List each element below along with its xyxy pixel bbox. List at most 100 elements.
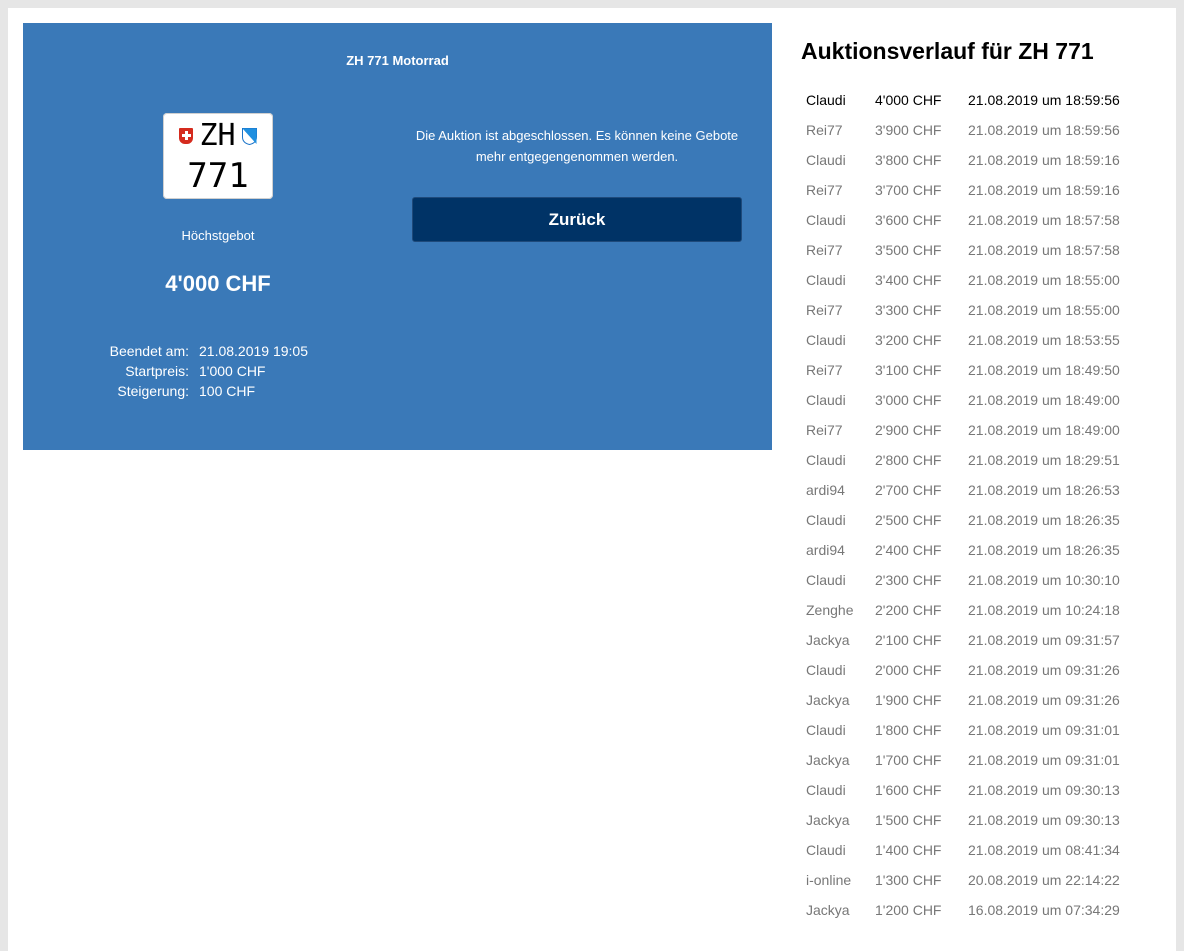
swiss-flag-icon	[179, 128, 194, 144]
bid-time: 21.08.2019 um 18:26:35	[968, 512, 1120, 528]
bidder-name: Rei77	[806, 302, 843, 318]
bid-amount: 2'200 CHF	[875, 602, 942, 618]
bid-time: 21.08.2019 um 09:31:01	[968, 752, 1120, 768]
bidder-name: Jackya	[806, 752, 850, 768]
bid-amount: 1'200 CHF	[875, 902, 942, 918]
bidder-name: Jackya	[806, 902, 850, 918]
bid-time: 20.08.2019 um 22:14:22	[968, 872, 1120, 888]
bidder-name: Claudi	[806, 152, 846, 168]
highest-bid-label: Höchstgebot	[181, 228, 255, 243]
bidder-name: Rei77	[806, 122, 843, 138]
bid-time: 21.08.2019 um 10:30:10	[968, 572, 1120, 588]
bid-time: 21.08.2019 um 10:24:18	[968, 602, 1120, 618]
bidder-name: Zenghe	[806, 602, 854, 618]
history-row: Claudi 2'500 CHF 21.08.2019 um 18:26:35	[801, 505, 1151, 535]
bid-time: 21.08.2019 um 18:29:51	[968, 452, 1120, 468]
history-row: Claudi 4'000 CHF 21.08.2019 um 18:59:56	[801, 85, 1151, 115]
bidder-name: ardi94	[806, 542, 845, 558]
bid-time: 21.08.2019 um 18:55:00	[968, 272, 1120, 288]
bid-time: 21.08.2019 um 08:41:34	[968, 842, 1120, 858]
bid-time: 21.08.2019 um 18:49:50	[968, 362, 1120, 378]
bid-amount: 3'400 CHF	[875, 272, 942, 288]
bidder-name: Claudi	[806, 512, 846, 528]
bid-time: 21.08.2019 um 18:53:55	[968, 332, 1120, 348]
bid-amount: 2'500 CHF	[875, 512, 942, 528]
history-row: Jackya 1'900 CHF 21.08.2019 um 09:31:26	[801, 685, 1151, 715]
bidder-name: Rei77	[806, 242, 843, 258]
bidder-name: Rei77	[806, 362, 843, 378]
bid-amount: 2'700 CHF	[875, 482, 942, 498]
history-row: Claudi 1'400 CHF 21.08.2019 um 08:41:34	[801, 835, 1151, 865]
increment-value: 100 CHF	[199, 383, 256, 399]
bidder-name: Rei77	[806, 422, 843, 438]
bidder-name: Claudi	[806, 722, 846, 738]
bid-amount: 4'000 CHF	[875, 92, 942, 108]
bidder-name: Claudi	[806, 452, 846, 468]
increment-label: Steigerung:	[117, 383, 189, 399]
history-row: Jackya 2'100 CHF 21.08.2019 um 09:31:57	[801, 625, 1151, 655]
bid-amount: 1'300 CHF	[875, 872, 942, 888]
bid-amount: 2'300 CHF	[875, 572, 942, 588]
bid-amount: 1'700 CHF	[875, 752, 942, 768]
history-row: Claudi 1'800 CHF 21.08.2019 um 09:31:01	[801, 715, 1151, 745]
bid-time: 16.08.2019 um 07:34:29	[968, 902, 1120, 918]
history-row: Rei77 3'900 CHF 21.08.2019 um 18:59:56	[801, 115, 1151, 145]
bid-time: 21.08.2019 um 09:31:26	[968, 692, 1120, 708]
start-price-value: 1'000 CHF	[199, 363, 266, 379]
bid-amount: 3'500 CHF	[875, 242, 942, 258]
bid-time: 21.08.2019 um 09:30:13	[968, 812, 1120, 828]
history-row: Claudi 3'800 CHF 21.08.2019 um 18:59:16	[801, 145, 1151, 175]
auction-info-values: 21.08.2019 19:05 1'000 CHF 100 CHF	[199, 341, 359, 401]
bidder-name: Claudi	[806, 782, 846, 798]
history-row: Claudi 3'400 CHF 21.08.2019 um 18:55:00	[801, 265, 1151, 295]
bid-time: 21.08.2019 um 09:31:26	[968, 662, 1120, 678]
bid-amount: 1'600 CHF	[875, 782, 942, 798]
bid-time: 21.08.2019 um 18:49:00	[968, 422, 1120, 438]
bidder-name: Claudi	[806, 332, 846, 348]
bid-amount: 1'500 CHF	[875, 812, 942, 828]
history-row: Rei77 2'900 CHF 21.08.2019 um 18:49:00	[801, 415, 1151, 445]
bid-time: 21.08.2019 um 09:31:57	[968, 632, 1120, 648]
history-row: ardi94 2'700 CHF 21.08.2019 um 18:26:53	[801, 475, 1151, 505]
bid-amount: 3'800 CHF	[875, 152, 942, 168]
history-row: Claudi 2'000 CHF 21.08.2019 um 09:31:26	[801, 655, 1151, 685]
plate-number: 771	[187, 156, 249, 196]
bidder-name: i-online	[806, 872, 852, 888]
start-price-label: Startpreis:	[125, 363, 189, 379]
history-row: ardi94 2'400 CHF 21.08.2019 um 18:26:35	[801, 535, 1151, 565]
history-row: Jackya 1'700 CHF 21.08.2019 um 09:31:01	[801, 745, 1151, 775]
bid-amount: 2'900 CHF	[875, 422, 942, 438]
history-row: Claudi 3'600 CHF 21.08.2019 um 18:57:58	[801, 205, 1151, 235]
bidder-name: Claudi	[806, 212, 846, 228]
license-plate: ZH 771	[163, 113, 273, 199]
history-title: Auktionsverlauf für ZH 771	[801, 38, 1094, 64]
auction-closed-message: Die Auktion ist abgeschlossen. Es können…	[415, 128, 739, 164]
bid-amount: 3'300 CHF	[875, 302, 942, 318]
history-row: Jackya 1'500 CHF 21.08.2019 um 09:30:13	[801, 805, 1151, 835]
bidder-name: Jackya	[806, 692, 850, 708]
auction-title: ZH 771 Motorrad	[346, 53, 449, 68]
plate-canton: ZH	[199, 118, 236, 153]
bid-amount: 3'100 CHF	[875, 362, 942, 378]
auction-panel: ZH 771 Motorrad ZH 771 Höchstgebot 4'000…	[23, 23, 772, 450]
bid-amount: 3'200 CHF	[875, 332, 942, 348]
history-row: Claudi 1'600 CHF 21.08.2019 um 09:30:13	[801, 775, 1151, 805]
bidder-name: Jackya	[806, 632, 850, 648]
bid-amount: 3'700 CHF	[875, 182, 942, 198]
bid-time: 21.08.2019 um 18:55:00	[968, 302, 1120, 318]
bid-time: 21.08.2019 um 09:30:13	[968, 782, 1120, 798]
bid-time: 21.08.2019 um 18:59:16	[968, 152, 1120, 168]
bidder-name: Claudi	[806, 392, 846, 408]
bidder-name: Claudi	[806, 92, 846, 108]
back-button[interactable]: Zurück	[412, 197, 742, 242]
bidder-name: Rei77	[806, 182, 843, 198]
auction-info-labels: Beendet am: Startpreis: Steigerung:	[73, 341, 189, 401]
history-row: Claudi 3'000 CHF 21.08.2019 um 18:49:00	[801, 385, 1151, 415]
bidder-name: Claudi	[806, 572, 846, 588]
ended-label: Beendet am:	[109, 343, 189, 359]
bidder-name: Jackya	[806, 812, 850, 828]
bid-amount: 2'000 CHF	[875, 662, 942, 678]
bid-time: 21.08.2019 um 09:31:01	[968, 722, 1120, 738]
bidder-name: Claudi	[806, 272, 846, 288]
bid-amount: 1'800 CHF	[875, 722, 942, 738]
